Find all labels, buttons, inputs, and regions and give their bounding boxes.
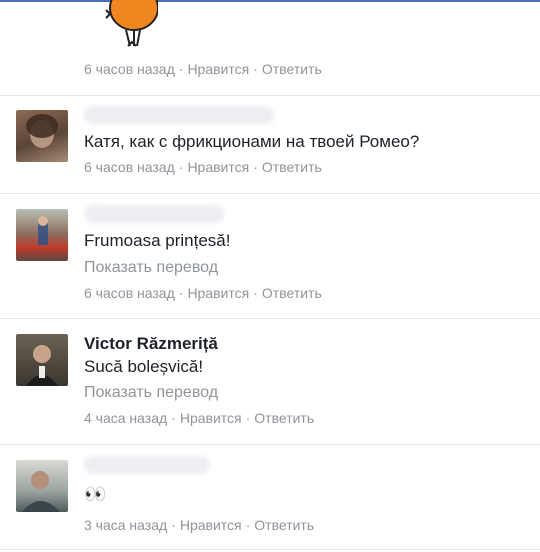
comment-meta: 4 часа назад · Нравится · Ответить	[84, 410, 314, 426]
avatar[interactable]	[16, 460, 68, 512]
meta-separator: ·	[253, 159, 258, 175]
comment-meta: 6 часов назад · Нравится · Ответить	[84, 285, 322, 301]
avatar[interactable]	[16, 110, 68, 162]
meta-separator: ·	[171, 517, 176, 533]
comment-time[interactable]: 4 часа назад	[84, 410, 167, 426]
comment-time[interactable]: 6 часов назад	[84, 159, 175, 175]
meta-separator: ·	[178, 61, 184, 77]
reply-link[interactable]: Ответить	[254, 517, 314, 533]
meta-separator: ·	[253, 61, 258, 77]
author-name-blurred[interactable]	[84, 106, 274, 124]
author-name-blurred[interactable]	[84, 456, 210, 474]
comment-text: Sucă boleșvică!	[84, 357, 204, 376]
reply-link[interactable]: Ответить	[262, 285, 322, 301]
like-link[interactable]: Нравится	[180, 410, 242, 426]
meta-separator: ·	[245, 517, 251, 533]
meta-separator: ·	[171, 410, 176, 426]
orange-sticker-icon	[105, 0, 158, 47]
meta-separator: ·	[178, 285, 184, 301]
author-name-blurred[interactable]	[84, 205, 224, 223]
reply-link[interactable]: Ответить	[262, 61, 322, 77]
comment-author[interactable]: Victor Răzmeriță	[84, 334, 218, 354]
like-link[interactable]: Нравится	[180, 517, 242, 533]
meta-separator: ·	[253, 285, 258, 301]
comment-divider	[0, 444, 540, 445]
like-link[interactable]: Нравится	[187, 61, 249, 77]
meta-separator: ·	[178, 159, 184, 175]
show-translation-link[interactable]: Показать перевод	[84, 384, 218, 402]
comment-text: Frumoasa prințesă!	[84, 231, 231, 250]
avatar[interactable]	[16, 334, 68, 386]
comment-time[interactable]: 6 часов назад	[84, 285, 175, 301]
comment-divider	[0, 318, 540, 319]
like-link[interactable]: Нравится	[187, 159, 249, 175]
meta-separator: ·	[245, 410, 251, 426]
reply-link[interactable]: Ответить	[254, 410, 314, 426]
like-link[interactable]: Нравится	[187, 285, 249, 301]
comment-time[interactable]: 3 часа назад	[84, 517, 167, 533]
comment-meta: 6 часов назад · Нравится · Ответить	[84, 159, 322, 175]
avatar[interactable]	[16, 209, 68, 261]
top-border	[0, 0, 540, 2]
comment-meta: 3 часа назад · Нравится · Ответить	[84, 517, 314, 533]
comment-divider	[0, 549, 540, 550]
comment-divider	[0, 193, 540, 194]
comment-meta: 6 часов назад · Нравится · Ответить	[84, 61, 322, 77]
comment-text: Катя, как с фрикционами на твоей Ромео?	[84, 132, 420, 151]
comment-time[interactable]: 6 часов назад	[84, 61, 175, 77]
show-translation-link[interactable]: Показать перевод	[84, 259, 218, 277]
reply-link[interactable]: Ответить	[262, 159, 322, 175]
comment-divider	[0, 95, 540, 96]
eyes-emoji: 👀	[84, 484, 107, 504]
